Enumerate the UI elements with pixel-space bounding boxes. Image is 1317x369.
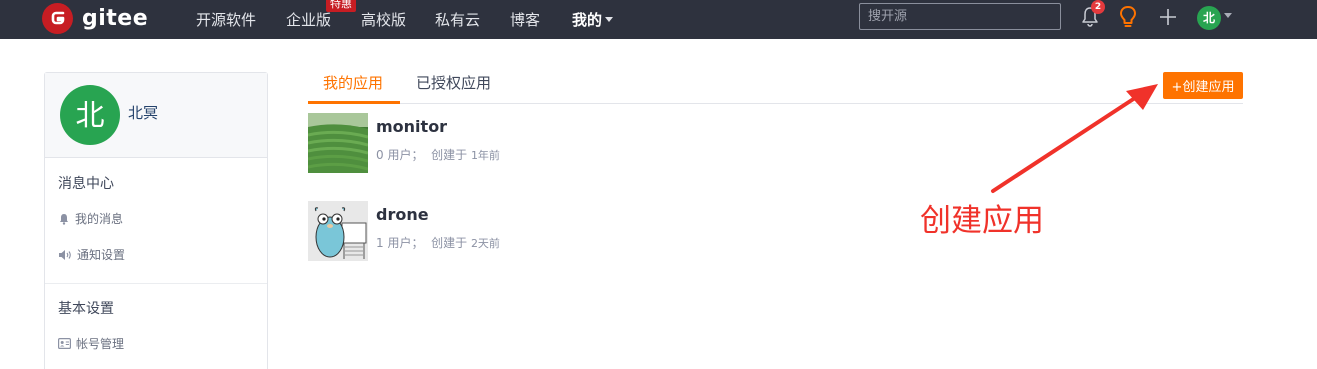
chevron-down-icon[interactable] <box>1224 13 1232 18</box>
user-avatar[interactable]: 北 <box>1197 6 1221 30</box>
active-tab-indicator <box>308 101 400 104</box>
list-item[interactable]: drone 1 用户； 创建于 2天前 <box>308 201 808 261</box>
id-card-icon <box>58 338 71 349</box>
create-app-button[interactable]: +创建应用 <box>1163 72 1243 99</box>
section-title-basic-settings: 基本设置 <box>58 301 114 317</box>
promo-tag: 特惠 <box>326 0 356 12</box>
divider <box>45 283 267 284</box>
sidebar-item-account[interactable]: 帐号管理 <box>58 335 124 352</box>
volume-icon <box>59 249 71 260</box>
tea-field-image[interactable] <box>308 113 368 173</box>
gitee-logo[interactable]: gitee <box>42 2 149 34</box>
tab-my-apps[interactable]: 我的应用 <box>323 72 383 93</box>
nav-item-my[interactable]: 我的 <box>572 0 614 39</box>
tab-authorized-apps[interactable]: 已授权应用 <box>416 72 491 93</box>
user-name-link[interactable]: 北冥 <box>128 102 158 123</box>
app-name-link[interactable]: monitor <box>376 117 447 136</box>
settings-sidebar: 北 北冥 消息中心 我的消息 通知设置 基本设置 帐号管理 <box>44 72 268 369</box>
notification-badge: 2 <box>1091 0 1105 14</box>
logo-text: gitee <box>82 5 149 31</box>
nav-item-enterprise[interactable]: 企业版 <box>286 0 331 39</box>
nav-item-opensource[interactable]: 开源软件 <box>196 0 256 39</box>
gitee-logo-icon <box>42 2 73 34</box>
annotation-label: 创建应用 <box>920 203 1044 239</box>
gopher-image[interactable] <box>308 201 368 261</box>
sidebar-item-my-messages[interactable]: 我的消息 <box>58 210 123 227</box>
profile-card: 北 北冥 <box>45 73 267 158</box>
search-input[interactable] <box>859 3 1061 30</box>
app-meta: 0 用户； 创建于 1年前 <box>376 148 500 162</box>
list-item[interactable]: monitor 0 用户； 创建于 1年前 <box>308 113 808 173</box>
sidebar-item-notification-settings[interactable]: 通知设置 <box>58 246 125 263</box>
app-meta: 1 用户； 创建于 2天前 <box>376 236 500 250</box>
nav-item-university[interactable]: 高校版 <box>361 0 406 39</box>
top-navigation-bar: gitee 开源软件 企业版 特惠 高校版 私有云 博客 我的 2 北 <box>0 0 1317 39</box>
bell-icon <box>60 213 68 225</box>
app-tabs: 我的应用 已授权应用 <box>308 62 1243 104</box>
bulb-icon[interactable] <box>1118 5 1138 29</box>
nav-item-blog[interactable]: 博客 <box>510 0 540 39</box>
app-name-link[interactable]: drone <box>376 205 429 224</box>
chevron-down-icon <box>605 17 614 22</box>
section-title-messages: 消息中心 <box>58 176 114 192</box>
plus-icon[interactable] <box>1158 7 1178 27</box>
nav-item-private-cloud[interactable]: 私有云 <box>435 0 480 39</box>
avatar[interactable]: 北 <box>60 85 120 145</box>
